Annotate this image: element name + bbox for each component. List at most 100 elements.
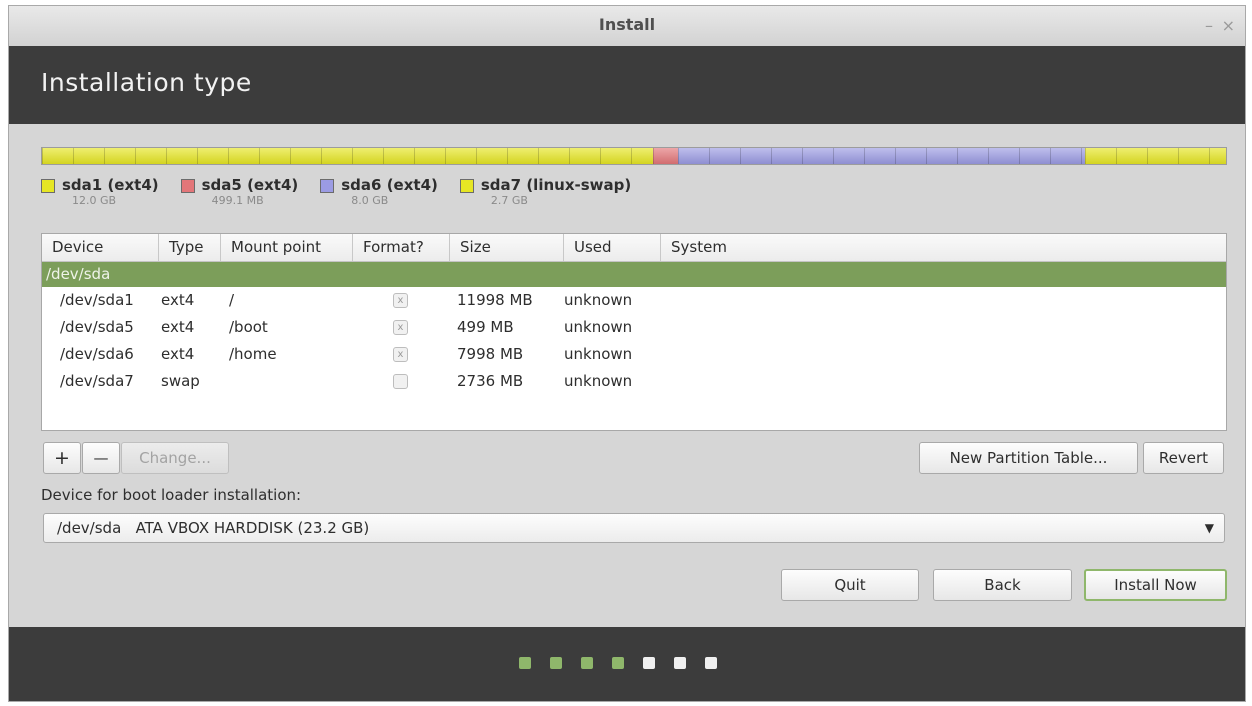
legend-partition-size: 12.0 GB — [72, 194, 117, 207]
legend-partition-size: 2.7 GB — [490, 194, 528, 207]
bootloader-label: Device for boot loader installation: — [41, 486, 302, 504]
cell-system — [661, 341, 1225, 368]
page-header: Installation type — [9, 46, 1245, 124]
step-dot-completed — [550, 657, 562, 669]
progress-footer — [9, 627, 1245, 701]
step-dot-pending — [705, 657, 717, 669]
cell-device: /dev/sda6 — [60, 345, 134, 363]
legend-partition-name: sda7 (linux-swap) — [480, 176, 632, 194]
partition-legend: sda1 (ext4) 12.0 GB sda5 (ext4) 499.1 MB sda… — [41, 176, 631, 208]
cell-size: 2736 MB — [457, 372, 524, 390]
legend-item: sda5 (ext4) 499.1 MB — [180, 176, 299, 208]
bootloader-device-select[interactable]: /dev/sda ATA VBOX HARDDISK (23.2 GB) ▼ — [43, 513, 1225, 543]
format-checkbox[interactable]: x — [393, 347, 408, 362]
legend-text: sda5 (ext4) 499.1 MB — [202, 176, 299, 208]
table-group-row[interactable]: /dev/sda — [42, 262, 1226, 287]
partition-bar-segment — [677, 148, 1086, 164]
install-now-button[interactable]: Install Now — [1084, 569, 1227, 601]
cell-mount: /boot — [229, 318, 268, 336]
legend-swatch — [320, 179, 335, 193]
legend-partition-name: sda1 (ext4) — [62, 176, 159, 194]
legend-swatch — [180, 179, 195, 193]
back-button[interactable]: Back — [933, 569, 1072, 601]
column-header[interactable]: Type — [159, 234, 221, 261]
partition-bar-segment — [1085, 148, 1226, 164]
format-cell: x — [353, 314, 450, 341]
revert-button[interactable]: Revert — [1143, 442, 1224, 474]
bootloader-device-value: /dev/sda ATA VBOX HARDDISK (23.2 GB) — [57, 519, 370, 537]
format-cell: x — [353, 341, 450, 368]
legend-item: sda6 (ext4) 8.0 GB — [320, 176, 438, 208]
cell-device: /dev/sda1 — [60, 291, 134, 309]
table-header: Device Type Mount point Format? Size Used Syst… — [42, 234, 1226, 262]
format-cell: x — [353, 287, 450, 314]
checkbox-mark-icon: x — [397, 322, 404, 333]
cell-used: unknown — [564, 345, 633, 363]
checkbox-mark-icon: x — [397, 349, 404, 360]
legend-swatch — [459, 179, 474, 193]
legend-partition-name: sda6 (ext4) — [341, 176, 438, 194]
cell-mount — [221, 368, 353, 395]
table-body: /dev/sda1 ext4 / x 11998 MB unknown/dev/sda5 e… — [42, 287, 1226, 395]
column-header[interactable]: Mount point — [221, 234, 353, 261]
legend-partition-size: 499.1 MB — [211, 194, 264, 207]
cell-system — [661, 287, 1225, 314]
legend-text: sda1 (ext4) 12.0 GB — [62, 176, 159, 208]
format-checkbox[interactable]: x — [393, 293, 408, 308]
step-dot-completed — [519, 657, 531, 669]
column-header[interactable]: Size — [450, 234, 564, 261]
cell-type: swap — [161, 372, 200, 390]
format-checkbox[interactable]: x — [393, 320, 408, 335]
step-dot-pending — [674, 657, 686, 669]
table-row[interactable]: /dev/sda1 ext4 / x 11998 MB unknown — [42, 287, 1226, 314]
partition-bar-segment — [42, 148, 653, 164]
cell-used: unknown — [564, 318, 633, 336]
title-bar: Install – × — [9, 6, 1245, 47]
table-row[interactable]: /dev/sda5 ext4/boot x 499 MB unknown — [42, 314, 1226, 341]
format-checkbox[interactable] — [393, 374, 408, 389]
legend-swatch — [41, 179, 55, 193]
cell-mount: / — [229, 291, 235, 309]
step-dot-completed — [581, 657, 593, 669]
column-header[interactable]: System — [661, 234, 1225, 261]
page-title: Installation type — [41, 68, 252, 97]
cell-type: ext4 — [161, 291, 195, 309]
cell-used: unknown — [564, 372, 633, 390]
column-header[interactable]: Format? — [353, 234, 450, 261]
column-header[interactable]: Used — [564, 234, 661, 261]
cell-type: ext4 — [161, 318, 195, 336]
legend-partition-name: sda5 (ext4) — [201, 176, 299, 194]
legend-text: sda7 (linux-swap) 2.7 GB — [481, 176, 631, 208]
minimize-button[interactable]: – — [1205, 6, 1213, 46]
cell-device: /dev/sda5 — [60, 318, 134, 336]
remove-partition-button[interactable]: — — [82, 442, 120, 474]
legend-partition-size: 8.0 GB — [351, 194, 389, 207]
cell-type: ext4 — [161, 345, 195, 363]
partition-usage-bar — [41, 147, 1227, 165]
table-row[interactable]: /dev/sda6 ext4/home x 7998 MB unknown — [42, 341, 1226, 368]
column-header[interactable]: Device — [42, 234, 159, 261]
cell-used: unknown — [564, 291, 633, 309]
partition-bar-segment — [652, 148, 678, 164]
cell-mount: /home — [229, 345, 277, 363]
legend-text: sda6 (ext4) 8.0 GB — [341, 176, 438, 208]
partition-table[interactable]: Device Type Mount point Format? Size Used Syst… — [41, 233, 1227, 431]
legend-item: sda7 (linux-swap) 2.7 GB — [459, 176, 631, 208]
new-partition-table-button[interactable]: New Partition Table... — [919, 442, 1138, 474]
quit-button[interactable]: Quit — [781, 569, 919, 601]
close-button[interactable]: × — [1222, 6, 1235, 46]
cell-size: 499 MB — [457, 318, 514, 336]
window-title: Install — [598, 15, 656, 34]
change-partition-button[interactable]: Change... — [121, 442, 229, 474]
cell-size: 11998 MB — [457, 291, 533, 309]
format-cell — [353, 368, 450, 395]
checkbox-mark-icon: x — [397, 295, 404, 306]
table-row[interactable]: /dev/sda7 swap 2736 MB unknown — [42, 368, 1226, 395]
cell-device: /dev/sda7 — [60, 372, 134, 390]
install-window: Install – × Installation type sda1 (ext4… — [8, 5, 1246, 702]
legend-item: sda1 (ext4) 12.0 GB — [41, 176, 159, 208]
add-partition-button[interactable]: + — [43, 442, 81, 474]
step-progress-dots — [519, 657, 717, 669]
step-dot-pending — [643, 657, 655, 669]
step-dot-completed — [612, 657, 624, 669]
